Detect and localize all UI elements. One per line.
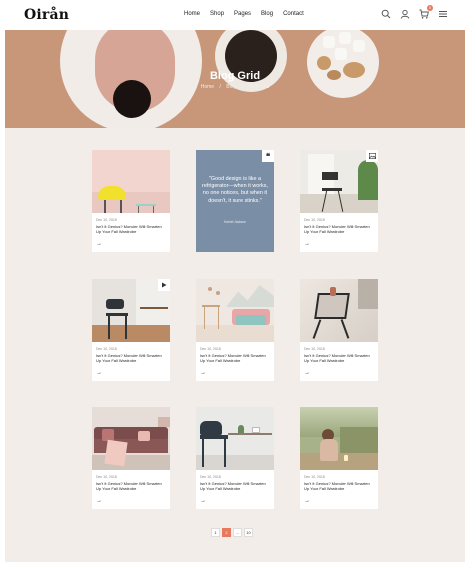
breadcrumb-separator: / [241,84,244,90]
page-10-button[interactable]: 10 [244,528,253,537]
breadcrumb-separator: / [219,84,221,90]
page-1-button[interactable]: 1 [211,528,220,537]
post-date: Dec 10, 2018 [96,218,117,222]
quote-card: ❝ "Good design is like a refrigerator—wh… [196,150,274,252]
hero-sugar-cube [353,40,365,52]
site-logo[interactable]: Oirån [24,7,69,23]
post-date: Dec 10, 2018 [304,218,325,222]
read-more-arrow-icon[interactable]: → [96,241,102,247]
blog-card[interactable]: Dec 10, 2018 Isn't It Genius? Moncler Wi… [196,279,274,381]
post-thumbnail[interactable] [196,279,274,342]
read-more-arrow-icon[interactable]: → [96,370,102,376]
breadcrumb: Home / Blog / Blog Grid [5,84,465,90]
blog-card[interactable]: Dec 10, 2018 Isn't It Genius? Moncler Wi… [300,150,378,252]
post-title[interactable]: Isn't It Genius? Moncler Will Smarten Up… [96,353,166,363]
read-more-arrow-icon[interactable]: → [96,498,102,504]
blog-card[interactable]: Dec 10, 2018 Isn't It Genius? Moncler Wi… [300,279,378,381]
page-ellipsis: ... [233,528,242,537]
post-title[interactable]: Isn't It Genius? Moncler Will Smarten Up… [96,224,166,234]
hero-cookie [317,56,331,70]
post-date: Dec 10, 2018 [200,347,221,351]
nav-pages[interactable]: Pages [234,11,251,17]
page-title: Blog Grid [209,70,261,82]
page-2-button[interactable]: 2 [222,528,231,537]
post-title[interactable]: Isn't It Genius? Moncler Will Smarten Up… [304,481,374,491]
hero-sugar-cube [339,32,351,44]
nav-home[interactable]: Home [184,11,200,17]
read-more-arrow-icon[interactable]: → [304,241,310,247]
cart-count-badge: 0 [427,5,433,11]
read-more-arrow-icon[interactable]: → [304,370,310,376]
post-date: Dec 10, 2018 [96,475,117,479]
post-thumbnail[interactable] [300,407,378,470]
quote-text: "Good design is like a refrigerator—when… [202,176,268,204]
breadcrumb-blog[interactable]: Blog [226,84,236,90]
post-thumbnail[interactable] [92,150,170,213]
breadcrumb-current: Blog Grid [248,84,270,90]
quote-icon: ❝ [262,150,274,162]
user-icon[interactable] [400,9,410,19]
image-icon [366,150,378,162]
post-date: Dec 10, 2018 [96,347,117,351]
nav-shop[interactable]: Shop [210,11,224,17]
hero-sugar-cube [323,36,335,48]
post-thumbnail[interactable] [92,407,170,470]
nav-contact[interactable]: Contact [283,11,304,17]
page-hero: Blog Grid Home / Blog / Blog Grid [5,30,465,128]
read-more-arrow-icon[interactable]: → [200,370,206,376]
post-title[interactable]: Isn't It Genius? Moncler Will Smarten Up… [96,481,166,491]
blog-card[interactable]: Dec 10, 2018 Isn't It Genius? Moncler Wi… [92,150,170,252]
main-nav: Home Shop Pages Blog Contact [184,11,304,17]
search-icon[interactable] [381,9,391,19]
header-actions: 0 [381,5,448,19]
play-icon[interactable] [158,279,170,291]
read-more-arrow-icon[interactable]: → [200,498,206,504]
blog-card[interactable]: Dec 10, 2018 Isn't It Genius? Moncler Wi… [300,407,378,509]
post-thumbnail[interactable] [300,279,378,342]
read-more-arrow-icon[interactable]: → [304,498,310,504]
cart-icon[interactable]: 0 [419,5,433,19]
post-date: Dec 10, 2018 [200,475,221,479]
post-title[interactable]: Isn't It Genius? Moncler Will Smarten Up… [304,224,374,234]
pagination: 1 2 ... 10 [211,528,253,537]
post-date: Dec 10, 2018 [304,475,325,479]
post-thumbnail[interactable] [196,407,274,470]
blog-card[interactable]: Dec 10, 2018 Isn't It Genius? Moncler Wi… [92,407,170,509]
blog-card[interactable]: Dec 10, 2018 Isn't It Genius? Moncler Wi… [92,279,170,381]
post-title[interactable]: Isn't It Genius? Moncler Will Smarten Up… [200,481,270,491]
breadcrumb-home[interactable]: Home [201,84,214,90]
nav-blog[interactable]: Blog [261,11,273,17]
post-date: Dec 10, 2018 [304,347,325,351]
blog-card[interactable]: Dec 10, 2018 Isn't It Genius? Moncler Wi… [196,407,274,509]
hero-sugar-cube [335,48,347,60]
post-title[interactable]: Isn't It Genius? Moncler Will Smarten Up… [200,353,270,363]
menu-icon[interactable] [438,9,448,19]
post-title[interactable]: Isn't It Genius? Moncler Will Smarten Up… [304,353,374,363]
site-header: Oirån Home Shop Pages Blog Contact 0 [0,0,470,30]
quote-author: Harriet Jackson [223,220,247,224]
